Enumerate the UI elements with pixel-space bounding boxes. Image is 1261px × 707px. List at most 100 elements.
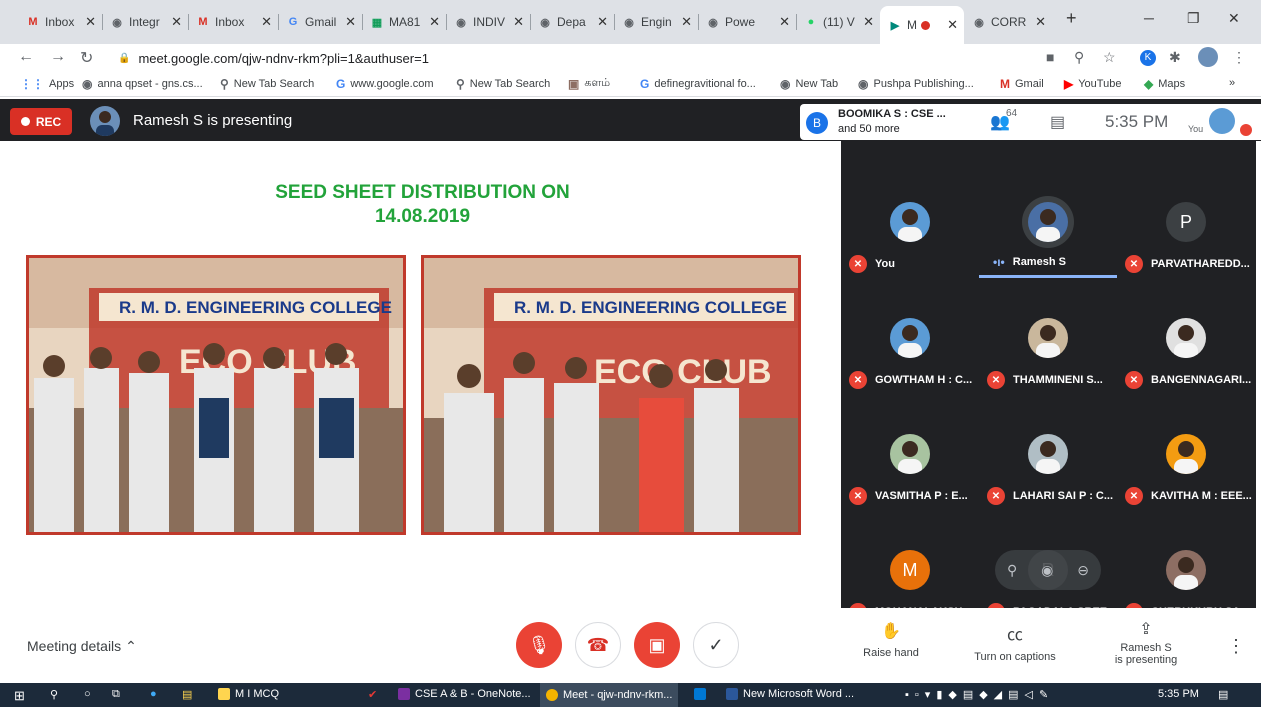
tile-hover-controls[interactable]: ⚲ ◉ ⊖ xyxy=(995,550,1101,590)
edge-icon[interactable]: ● xyxy=(150,688,157,700)
presenting-button[interactable]: ⇪ Ramesh Sis presenting xyxy=(1106,619,1186,666)
back-icon[interactable]: ← xyxy=(18,48,34,66)
close-tab-icon[interactable]: ✕ xyxy=(171,14,182,30)
google-icon: G xyxy=(336,77,346,91)
participant-tile[interactable]: ✕ You xyxy=(841,161,979,277)
pin-icon[interactable]: ⚲ xyxy=(1007,562,1017,579)
bookmark-item[interactable]: ◉ New Tab xyxy=(780,77,838,91)
tab-7[interactable]: ◉ Engin ✕ xyxy=(614,8,698,36)
checkmark-app-icon[interactable]: ✔ xyxy=(368,688,377,701)
mail-app-icon[interactable] xyxy=(694,688,711,700)
tab-1[interactable]: ◉ Integr ✕ xyxy=(102,8,188,36)
participant-tile[interactable]: ✕ GOWTHAM H : C... xyxy=(841,277,979,393)
close-tab-icon[interactable]: ✕ xyxy=(429,14,440,30)
recording-icon xyxy=(921,20,930,30)
taskbar-item-mcq[interactable]: M I MCQ xyxy=(218,688,279,700)
bookmark-item[interactable]: ◉ Pushpa Publishing... xyxy=(858,77,974,91)
tab-3[interactable]: G Gmail ✕ xyxy=(278,8,362,36)
extension-icon[interactable]: K xyxy=(1140,50,1156,66)
minimize-button[interactable]: ─ xyxy=(1144,10,1154,26)
puzzle-icon[interactable]: ✱ xyxy=(1169,49,1181,66)
task-view-icon[interactable]: ⧉ xyxy=(112,688,120,701)
taskbar-item-label: CSE A & B - OneNote... xyxy=(415,688,531,700)
remove-icon[interactable]: ⊖ xyxy=(1077,562,1089,579)
meeting-details-label: Meeting details xyxy=(27,638,122,654)
meeting-details-button[interactable]: Meeting details ⌃ xyxy=(27,638,137,655)
tab-8[interactable]: ◉ Powe ✕ xyxy=(698,8,796,36)
participant-tile[interactable]: P ✕ PARVATHAREDD... xyxy=(1117,161,1255,277)
close-tab-icon[interactable]: ✕ xyxy=(85,14,96,30)
slide-title: SEED SHEET DISTRIBUTION ON 14.08.2019 xyxy=(200,181,645,229)
check-button[interactable]: ✓ xyxy=(693,622,739,668)
bookmark-item[interactable]: ⋮⋮ Apps xyxy=(20,77,74,91)
close-tab-icon[interactable]: ✕ xyxy=(513,14,524,30)
close-tab-icon[interactable]: ✕ xyxy=(1035,14,1046,30)
leave-call-button[interactable]: ☎ xyxy=(575,622,621,668)
tab-9[interactable]: ● (11) V ✕ xyxy=(796,8,880,36)
close-tab-icon[interactable]: ✕ xyxy=(261,14,272,30)
camera-toggle-button[interactable]: ▣ xyxy=(634,622,680,668)
bookmark-item[interactable]: ▣ களம் xyxy=(568,77,610,91)
bookmark-item[interactable]: ⚲ New Tab Search xyxy=(220,77,314,91)
close-window-button[interactable]: ✕ xyxy=(1228,10,1240,27)
close-tab-icon[interactable]: ✕ xyxy=(681,14,692,30)
raise-hand-button[interactable]: ✋ Raise hand xyxy=(858,621,924,659)
more-bookmarks-icon[interactable]: » xyxy=(1229,77,1235,89)
close-tab-icon[interactable]: ✕ xyxy=(779,14,790,30)
tab-0[interactable]: M Inbox ✕ xyxy=(18,8,102,36)
bookmark-item[interactable]: ◆ Maps xyxy=(1144,77,1185,91)
search-icon[interactable]: ⚲ xyxy=(50,688,58,701)
chat-icon[interactable]: ▤ xyxy=(1050,112,1065,132)
tab-2[interactable]: M Inbox ✕ xyxy=(188,8,278,36)
participant-tile[interactable]: ✕ KAVITHA M : EEE... xyxy=(1117,393,1255,509)
mic-off-icon xyxy=(1240,124,1252,136)
forward-icon[interactable]: → xyxy=(50,48,66,66)
close-tab-icon[interactable]: ✕ xyxy=(597,14,608,30)
taskbar-clock: 5:35 PM xyxy=(1158,688,1199,700)
mic-toggle-button[interactable]: 🎙 xyxy=(516,622,562,668)
participant-tile[interactable]: •ı• Ramesh S xyxy=(979,161,1117,278)
more-options-icon[interactable]: ⋮ xyxy=(1227,636,1245,657)
notifications-icon[interactable]: ▤ xyxy=(1218,688,1228,701)
participant-tile[interactable]: ✕ VASMITHA P : E... xyxy=(841,393,979,509)
profile-avatar[interactable] xyxy=(1198,47,1218,67)
system-tray-icons[interactable]: ▪▫▾▮◆▤◆◢▤◁✎ xyxy=(905,688,1054,701)
taskbar-item-word[interactable]: New Microsoft Word ... xyxy=(726,688,854,700)
close-tab-icon[interactable]: ✕ xyxy=(863,14,874,30)
camera-icon[interactable]: ■ xyxy=(1046,49,1054,65)
participant-tile[interactable]: ✕ BANGENNAGARI... xyxy=(1117,277,1255,393)
taskbar-item-meet[interactable]: Meet - qjw-ndnv-rkm... xyxy=(540,683,679,707)
tab-4[interactable]: ▦ MA81 ✕ xyxy=(362,8,446,36)
bookmark-item[interactable]: ◉ anna qpset - gns.cs... xyxy=(82,77,203,91)
windows-start-icon[interactable]: ⊞ xyxy=(14,688,25,704)
tab-11[interactable]: ◉ CORR ✕ xyxy=(964,8,1052,36)
self-avatar[interactable] xyxy=(1209,108,1235,134)
bookmark-item[interactable]: Gwww.google.com xyxy=(336,77,434,91)
reload-icon[interactable]: ↻ xyxy=(80,48,93,68)
chat-notification[interactable]: B BOOMIKA S : CSE ... and 50 more xyxy=(800,104,970,140)
participant-tile[interactable]: ✕ LAHARI SAI P : C... xyxy=(979,393,1117,509)
bookmark-item[interactable]: ⚲ New Tab Search xyxy=(456,77,550,91)
bookmark-item[interactable]: Gdefinegravitional fo... xyxy=(640,77,756,91)
presenting-text: Ramesh S is presenting xyxy=(133,112,293,129)
url-field[interactable]: 🔒 meet.google.com/qjw-ndnv-rkm?pli=1&aut… xyxy=(106,45,981,71)
maximize-button[interactable]: ❐ xyxy=(1187,10,1200,27)
taskbar-item-onenote[interactable]: CSE A & B - OneNote... xyxy=(398,688,531,700)
cortana-icon[interactable]: ○ xyxy=(84,688,91,700)
participant-tile[interactable]: ✕ THAMMINENI S... xyxy=(979,277,1117,393)
new-tab-button[interactable]: + xyxy=(1066,8,1077,29)
tab-6[interactable]: ◉ Depa ✕ xyxy=(530,8,614,36)
close-tab-icon[interactable]: ✕ xyxy=(345,14,356,30)
tab-10[interactable]: ▶ M ✕ xyxy=(880,6,964,44)
bookmark-item[interactable]: M Gmail xyxy=(1000,77,1044,91)
store-icon[interactable]: ▤ xyxy=(182,688,192,701)
zoom-icon[interactable]: ⚲ xyxy=(1074,49,1084,66)
close-tab-icon[interactable]: ✕ xyxy=(947,17,958,33)
star-icon[interactable]: ☆ xyxy=(1103,49,1116,66)
captions-button[interactable]: ㏄ Turn on captions xyxy=(968,621,1062,663)
bookmark-item[interactable]: ▶ YouTube xyxy=(1064,77,1121,91)
tab-5[interactable]: ◉ INDIV ✕ xyxy=(446,8,530,36)
menu-icon[interactable]: ⋮ xyxy=(1232,49,1246,66)
tab-label: M xyxy=(907,18,917,32)
mute-icon[interactable]: ◉ xyxy=(1041,562,1053,579)
